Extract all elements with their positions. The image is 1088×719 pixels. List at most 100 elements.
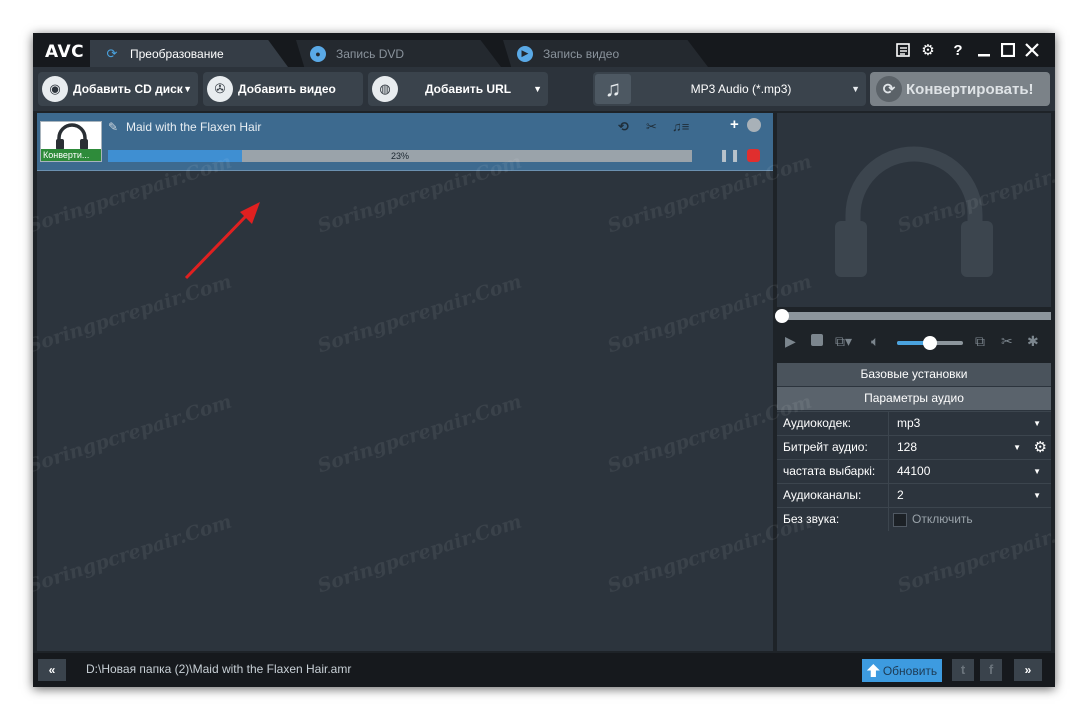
options-circle-icon[interactable] bbox=[747, 118, 761, 132]
chevron-down-icon[interactable]: ▼ bbox=[533, 84, 542, 94]
disc-icon: ● bbox=[310, 45, 326, 62]
scissors-icon[interactable]: ✂ bbox=[1001, 333, 1013, 350]
volume-icon[interactable]: 🔈︎ bbox=[871, 333, 879, 350]
help-button[interactable]: ? bbox=[949, 41, 967, 59]
mute-checkbox-label[interactable]: Отключить bbox=[912, 508, 973, 531]
film-reel-add-icon: ✇ bbox=[207, 76, 233, 102]
player-controls: ▶ ⧉▾ 🔈︎ ⧉ ✂ ✱ bbox=[777, 327, 1051, 357]
settings-panel: Базовые установки Параметры аудио Аудиок… bbox=[777, 363, 1051, 539]
file-list: Конверти... ✎ Maid with the Flaxen Hair … bbox=[37, 113, 773, 651]
conversion-status-badge: Конверти... bbox=[41, 149, 101, 161]
magic-wand-icon[interactable]: ✱ bbox=[1027, 333, 1039, 350]
seek-slider[interactable] bbox=[775, 309, 1051, 323]
basic-settings-header[interactable]: Базовые установки bbox=[777, 363, 1051, 386]
audio-settings-header[interactable]: Параметры аудио bbox=[777, 387, 1051, 410]
file-thumbnail: Конверти... bbox=[40, 121, 102, 162]
output-format-select[interactable]: ♫ MP3 Audio (*.mp3) ▼ bbox=[593, 72, 866, 106]
tab-dvd-burn[interactable]: ● Запись DVD bbox=[296, 40, 501, 67]
minimize-icon[interactable] bbox=[975, 41, 993, 59]
preview-panel bbox=[777, 113, 1051, 307]
app-logo: AVC bbox=[45, 42, 85, 62]
twitter-icon[interactable]: t bbox=[952, 659, 974, 681]
setting-row-audio-bitrate[interactable]: Битрейт аудио: 128 ▼ ⚙ bbox=[777, 435, 1051, 459]
expand-button[interactable]: » bbox=[1014, 659, 1042, 681]
file-list-item[interactable]: Конверти... ✎ Maid with the Flaxen Hair … bbox=[37, 113, 773, 171]
app-window: AVC ⟳ Преобразование ● Запись DVD ▶ Запи… bbox=[33, 33, 1055, 687]
collapse-button[interactable]: « bbox=[38, 659, 66, 681]
setting-value[interactable]: 44100 bbox=[897, 460, 930, 483]
status-bar: « D:\Новая папка (2)\Maid with the Flaxe… bbox=[33, 653, 1055, 687]
setting-label: Битрейт аудио: bbox=[783, 436, 889, 459]
output-format-value: MP3 Audio (*.mp3) bbox=[690, 82, 792, 96]
mute-checkbox[interactable] bbox=[893, 513, 907, 527]
music-note-icon: ♫ bbox=[595, 74, 631, 104]
add-url-button[interactable]: ◍ Добавить URL ▼ bbox=[368, 72, 548, 106]
stop-icon[interactable] bbox=[811, 334, 823, 346]
setting-label: частата выбаркі: bbox=[783, 460, 889, 483]
conversion-progress-bar: 23% bbox=[108, 150, 692, 162]
chevron-down-icon[interactable]: ▼ bbox=[1033, 460, 1041, 483]
chevron-down-icon[interactable]: ▼ bbox=[1033, 484, 1041, 507]
update-button[interactable]: Обновить bbox=[862, 659, 942, 682]
setting-value[interactable]: 2 bbox=[897, 484, 904, 507]
volume-slider[interactable] bbox=[897, 336, 963, 350]
add-url-label: Добавить URL bbox=[424, 82, 512, 96]
tab-conversion[interactable]: ⟳ Преобразование bbox=[90, 40, 288, 67]
close-icon[interactable] bbox=[1023, 41, 1041, 59]
tab-dvd-label: Запись DVD bbox=[336, 46, 405, 61]
convert-button[interactable]: ⟳ Конвертировать! bbox=[870, 72, 1050, 106]
convert-label: Конвертировать! bbox=[906, 80, 1034, 98]
add-video-button[interactable]: ✇ Добавить видео bbox=[203, 72, 363, 106]
copy-icon[interactable]: ⧉ bbox=[975, 333, 985, 350]
output-path: D:\Новая папка (2)\Maid with the Flaxen … bbox=[86, 662, 352, 676]
refresh-icon: ⟳ bbox=[106, 45, 118, 61]
setting-row-audio-codec[interactable]: Аудиокодек: mp3 ▼ bbox=[777, 411, 1051, 435]
globe-add-icon: ◍ bbox=[372, 76, 398, 102]
maximize-icon[interactable] bbox=[999, 41, 1017, 59]
pause-icon[interactable]: ❚❚ bbox=[719, 148, 741, 162]
toolbar: ◉ Добавить CD диск ▼ ✇ Добавить видео ◍ … bbox=[33, 67, 1055, 111]
edit-name-icon[interactable]: ✎ bbox=[108, 120, 118, 134]
chevron-down-icon[interactable]: ▼ bbox=[183, 84, 192, 94]
facebook-icon[interactable]: f bbox=[980, 659, 1002, 681]
task-list-icon[interactable] bbox=[895, 41, 913, 59]
arrow-up-icon bbox=[866, 664, 880, 677]
title-bar: AVC ⟳ Преобразование ● Запись DVD ▶ Запи… bbox=[33, 33, 1055, 67]
play-icon[interactable]: ▶ bbox=[785, 333, 796, 350]
setting-row-mute[interactable]: Без звука: Отключить bbox=[777, 507, 1051, 531]
chevron-down-icon[interactable]: ▼ bbox=[1013, 436, 1021, 459]
add-video-label: Добавить видео bbox=[238, 82, 336, 96]
setting-row-audio-channels[interactable]: Аудиоканалы: 2 ▼ bbox=[777, 483, 1051, 507]
conversion-progress-text: 23% bbox=[390, 151, 409, 161]
headphones-icon bbox=[56, 123, 88, 150]
tab-video-label: Запись видео bbox=[543, 46, 620, 61]
tab-video-burn[interactable]: ▶ Запись видео bbox=[503, 40, 708, 67]
gear-icon[interactable]: ⚙ bbox=[1034, 438, 1047, 456]
headphones-icon bbox=[835, 146, 993, 277]
play-circle-icon: ▶ bbox=[517, 45, 533, 62]
add-icon[interactable]: + bbox=[730, 116, 739, 133]
stop-icon[interactable] bbox=[747, 149, 760, 162]
music-list-icon[interactable]: ♫≡ bbox=[672, 119, 689, 134]
add-cd-label: Добавить CD диск bbox=[73, 82, 183, 96]
setting-value[interactable]: 128 bbox=[897, 436, 917, 459]
update-label: Обновить bbox=[882, 663, 938, 678]
setting-row-sample-rate[interactable]: частата выбаркі: 44100 ▼ bbox=[777, 459, 1051, 483]
scissors-icon[interactable]: ✂ bbox=[646, 119, 657, 135]
refresh-icon[interactable]: ⟲ bbox=[618, 119, 629, 135]
settings-panel-empty-area bbox=[777, 539, 1051, 651]
snapshot-icon[interactable]: ⧉▾ bbox=[835, 333, 852, 350]
setting-label: Аудиокодек: bbox=[783, 412, 889, 435]
tab-conversion-label: Преобразование bbox=[130, 46, 224, 61]
setting-label: Аудиоканалы: bbox=[783, 484, 889, 507]
gear-icon[interactable]: ⚙ bbox=[919, 41, 937, 59]
add-cd-button[interactable]: ◉ Добавить CD диск ▼ bbox=[38, 72, 198, 106]
setting-label: Без звука: bbox=[783, 508, 889, 531]
file-name: Maid with the Flaxen Hair bbox=[126, 120, 262, 134]
seek-slider-knob[interactable] bbox=[775, 309, 789, 323]
setting-value[interactable]: mp3 bbox=[897, 412, 920, 435]
volume-slider-knob[interactable] bbox=[923, 336, 937, 350]
convert-refresh-icon: ⟳ bbox=[876, 76, 902, 102]
cd-add-icon: ◉ bbox=[42, 76, 68, 102]
chevron-down-icon[interactable]: ▼ bbox=[1033, 412, 1041, 435]
